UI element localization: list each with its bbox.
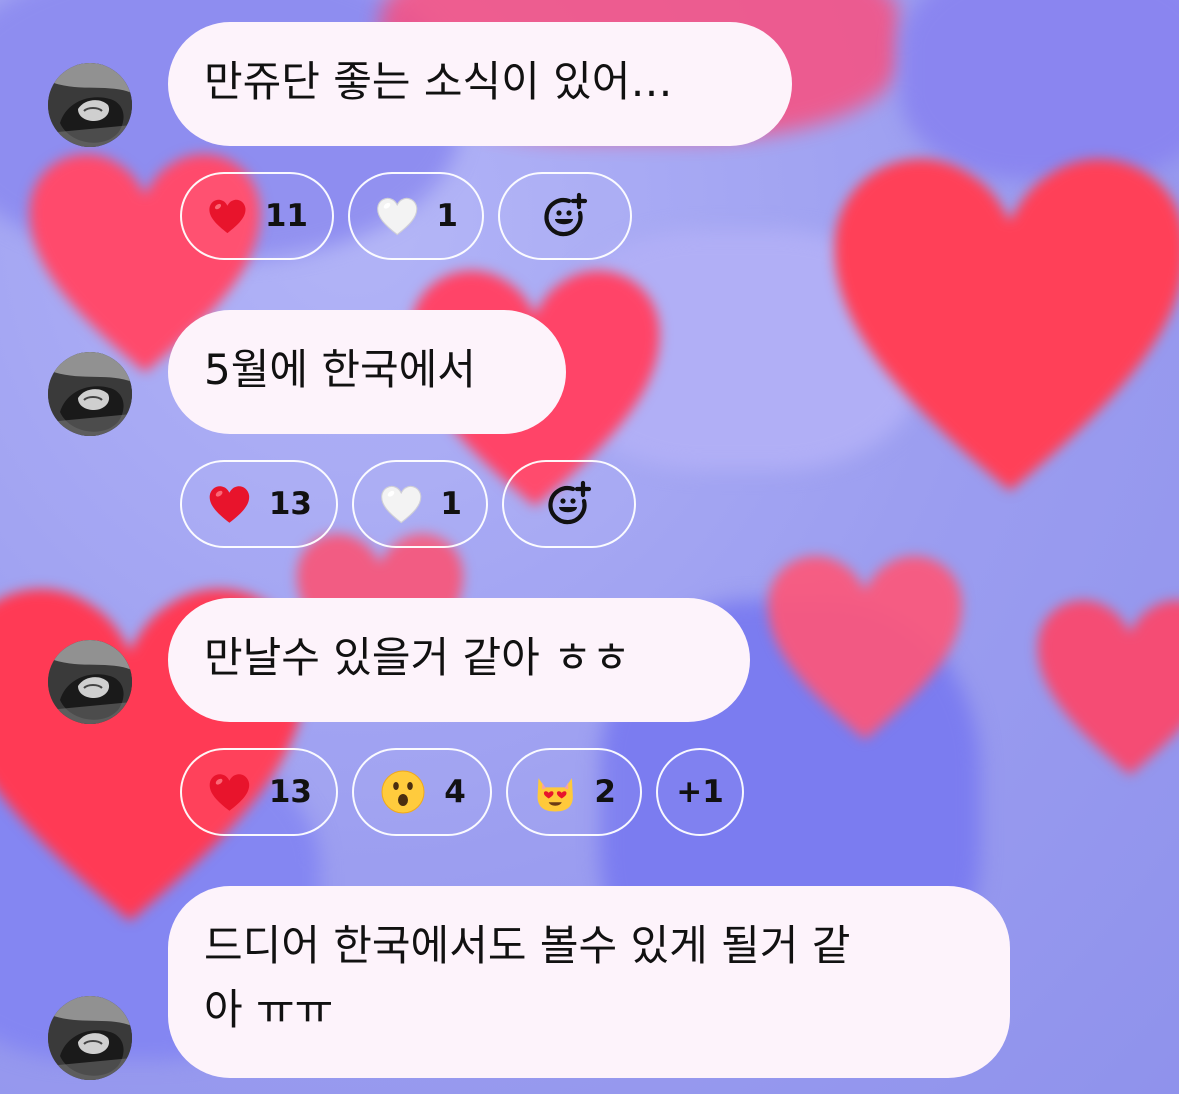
reaction-count: 13	[268, 774, 312, 810]
message-text: 만쥬단 좋는 소식이 있어…	[204, 57, 673, 106]
add-reaction-button[interactable]	[498, 172, 632, 260]
add-reaction-button[interactable]	[502, 460, 636, 548]
sender-avatar[interactable]	[48, 996, 132, 1080]
reaction-count: 1	[436, 198, 458, 234]
avatar-photo	[48, 352, 132, 436]
sender-avatar[interactable]	[48, 640, 132, 724]
reaction-count: 11	[264, 198, 308, 234]
message-text-line: 드디어 한국에서도 볼수 있게 될거 같	[204, 921, 851, 970]
reaction-surprised-face[interactable]: 4	[352, 748, 492, 836]
reaction-white-heart[interactable]: 1	[352, 460, 488, 548]
message-bubble[interactable]: 5월에 한국에서	[168, 310, 566, 434]
surprised-face-icon	[378, 767, 428, 817]
reaction-count: 1	[440, 486, 462, 522]
reaction-count: 4	[444, 774, 466, 810]
avatar-photo	[48, 63, 132, 147]
message-bubble[interactable]: 드디어 한국에서도 볼수 있게 될거 같 아 ㅠㅠ	[168, 886, 1010, 1078]
reaction-bar: 11 1	[180, 172, 632, 260]
message-text-line: 아 ㅠㅠ	[204, 985, 334, 1034]
reaction-red-heart[interactable]: 13	[180, 748, 338, 836]
white-heart-icon	[378, 479, 424, 529]
message-bubble[interactable]: 만날수 있을거 같아 ㅎㅎ	[168, 598, 750, 722]
add-reaction-icon	[544, 479, 594, 529]
reaction-count: 2	[594, 774, 616, 810]
avatar-photo	[48, 996, 132, 1080]
message-text: 만날수 있을거 같아 ㅎㅎ	[204, 633, 631, 682]
reaction-bar: 13 4 2 +1	[180, 748, 744, 836]
message-bubble[interactable]: 만쥬단 좋는 소식이 있어…	[168, 22, 792, 146]
heart-eyes-cat-icon	[532, 767, 578, 817]
reaction-bar: 13 1	[180, 460, 636, 548]
sender-avatar[interactable]	[48, 63, 132, 147]
more-reactions-button[interactable]: +1	[656, 748, 744, 836]
sender-avatar[interactable]	[48, 352, 132, 436]
red-heart-icon	[206, 479, 253, 529]
more-reactions-count: +1	[676, 774, 724, 810]
reaction-white-heart[interactable]: 1	[348, 172, 484, 260]
reaction-red-heart[interactable]: 13	[180, 460, 338, 548]
reaction-heart-eyes-cat[interactable]: 2	[506, 748, 642, 836]
reaction-red-heart[interactable]: 11	[180, 172, 334, 260]
chat-thread: 만쥬단 좋는 소식이 있어… 11 1 5월에 한국에서 13 1 만날수 있을…	[0, 0, 1179, 1094]
red-heart-icon	[206, 191, 249, 241]
add-reaction-icon	[540, 191, 590, 241]
red-heart-icon	[206, 767, 253, 817]
reaction-count: 13	[268, 486, 312, 522]
message-text: 5월에 한국에서	[204, 345, 476, 394]
avatar-photo	[48, 640, 132, 724]
white-heart-icon	[374, 191, 420, 241]
